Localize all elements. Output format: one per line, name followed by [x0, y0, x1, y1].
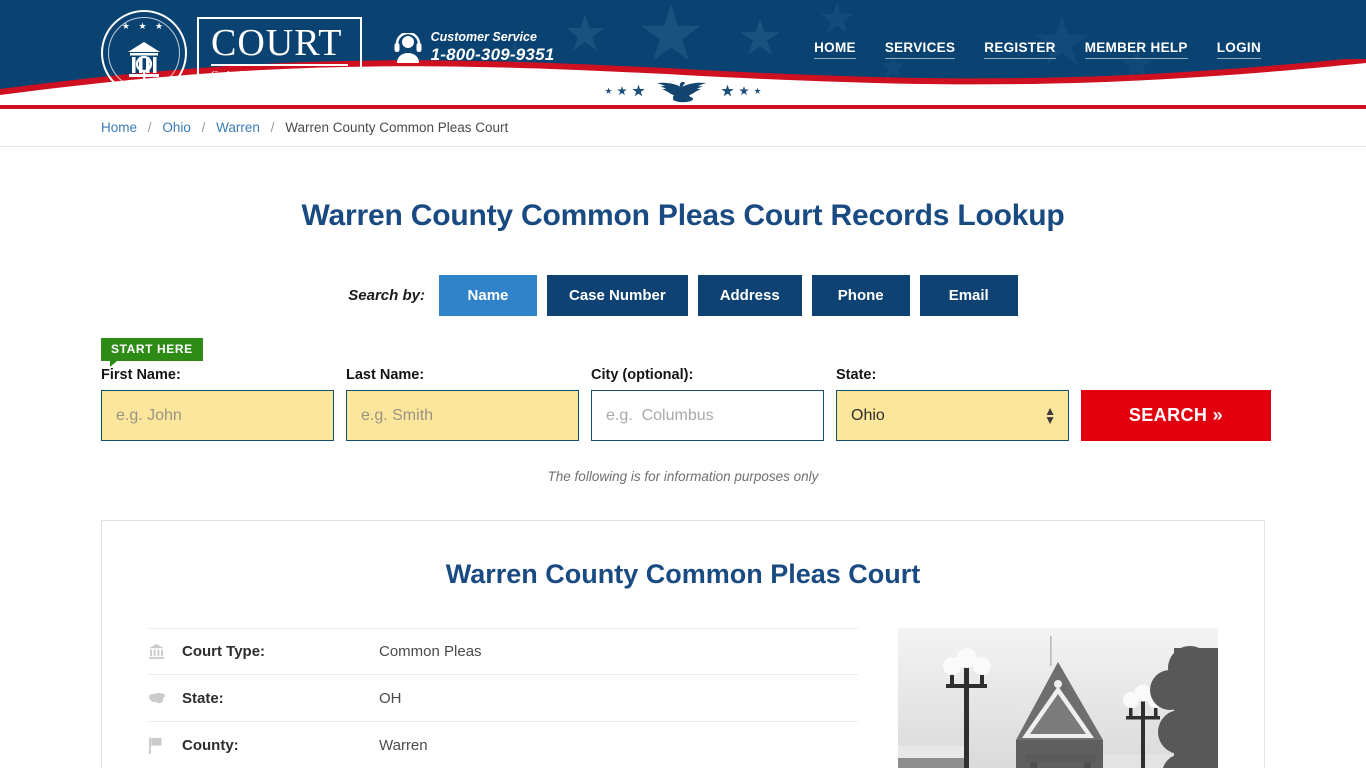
first-name-label: First Name:: [101, 367, 181, 383]
breadcrumb: Home / Ohio / Warren / Warren County Com…: [93, 109, 1273, 147]
last-name-input[interactable]: [346, 390, 579, 441]
table-row: County: Warren: [148, 722, 858, 768]
state-label: State:: [836, 367, 877, 383]
breadcrumb-separator: /: [147, 120, 152, 135]
search-by-tabs: Search by: Name Case Number Address Phon…: [101, 275, 1265, 316]
nav-member-help[interactable]: MEMBER HELP: [1084, 40, 1188, 59]
detail-label-county: County:: [182, 736, 239, 754]
court-details-table: Court Type: Common Pleas State: OH Count…: [148, 628, 858, 768]
logo-tagline-text: CASE FINDER: [211, 69, 348, 81]
detail-label-state: State:: [182, 689, 224, 707]
detail-value-court-type: Common Pleas: [379, 643, 482, 660]
page-title: Warren County Common Pleas Court Records…: [301, 199, 1065, 232]
customer-service-phone[interactable]: 1-800-309-9351: [431, 45, 555, 65]
logo-brand-text: COURT: [211, 24, 348, 66]
table-row: State: OH: [148, 675, 858, 722]
first-name-input[interactable]: [101, 390, 334, 441]
first-name-field-group: First Name:: [101, 367, 334, 441]
eagle-emblem: [605, 78, 761, 104]
search-by-label: Search by:: [348, 287, 425, 304]
last-name-field-group: Last Name:: [346, 367, 579, 441]
city-field-group: City (optional):: [591, 367, 824, 441]
courthouse-glyph-icon: [128, 42, 160, 82]
us-map-icon: [148, 691, 182, 705]
customer-service-label: Customer Service: [430, 30, 537, 44]
table-row: Court Type: Common Pleas: [148, 628, 858, 675]
customer-service-block: Customer Service 1-800-309-9351: [394, 30, 555, 65]
court-info-card: Warren County Common Pleas Court Court T…: [101, 520, 1265, 768]
eagle-icon: [657, 82, 706, 103]
nav-register[interactable]: REGISTER: [984, 40, 1056, 59]
breadcrumb-item-home[interactable]: Home: [101, 120, 137, 135]
headset-agent-icon: [394, 32, 422, 63]
tab-address[interactable]: Address: [697, 275, 802, 316]
state-select[interactable]: Ohio: [836, 390, 1069, 441]
nav-login[interactable]: LOGIN: [1216, 40, 1261, 59]
search-form: First Name: Last Name: City (optional): …: [101, 367, 1271, 441]
seal-stars: ★ ★ ★: [121, 21, 167, 31]
site-logo[interactable]: ★ ★ ★ COURT CASE FINDER: [101, 10, 362, 96]
state-field-group: State: Ohio ▲ ▼: [836, 367, 1069, 441]
breadcrumb-item-ohio[interactable]: Ohio: [162, 120, 191, 135]
last-name-label: Last Name:: [346, 367, 425, 383]
tab-phone[interactable]: Phone: [811, 275, 910, 316]
courthouse-photo: [898, 628, 1218, 768]
main-navigation: HOME SERVICES REGISTER MEMBER HELP LOGIN: [814, 40, 1273, 59]
info-purposes-note: The following is for information purpose…: [547, 469, 819, 484]
detail-value-county: Warren: [379, 736, 428, 754]
tab-email[interactable]: Email: [919, 275, 1018, 316]
tab-case-number[interactable]: Case Number: [546, 275, 688, 316]
flag-icon: [148, 737, 182, 754]
city-input[interactable]: [591, 390, 824, 441]
main-content: Warren County Common Pleas Court Records…: [93, 199, 1273, 768]
court-name-heading: Warren County Common Pleas Court: [445, 559, 921, 589]
site-header: ★ ★ ★ COURT CASE FINDER Customer Service…: [0, 0, 1366, 105]
breadcrumb-separator: /: [270, 120, 275, 135]
tab-name[interactable]: Name: [438, 275, 537, 316]
search-button[interactable]: SEARCH »: [1081, 390, 1271, 441]
city-label: City (optional):: [591, 367, 694, 383]
bank-icon: [148, 643, 182, 660]
start-here-badge: START HERE: [101, 338, 203, 367]
breadcrumb-item-warren[interactable]: Warren: [216, 120, 260, 135]
breadcrumb-bar: Home / Ohio / Warren / Warren County Com…: [0, 109, 1366, 147]
nav-home[interactable]: HOME: [814, 40, 856, 59]
detail-label-court-type: Court Type:: [182, 643, 266, 660]
court-seal-icon: ★ ★ ★: [101, 10, 187, 96]
breadcrumb-separator: /: [201, 120, 206, 135]
breadcrumb-item-current: Warren County Common Pleas Court: [285, 120, 509, 135]
detail-value-state: OH: [379, 689, 402, 707]
nav-services[interactable]: SERVICES: [884, 40, 956, 59]
